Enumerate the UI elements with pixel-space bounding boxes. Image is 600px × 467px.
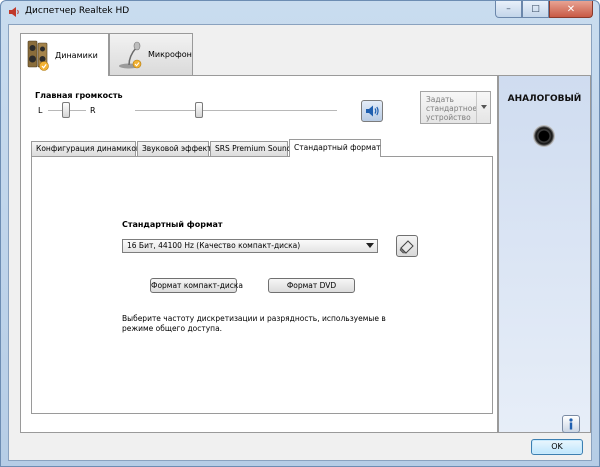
volume-group: Главная громкость L R — [31, 91, 411, 122]
tab-speakers-label: Динамики — [55, 50, 98, 60]
tab-speaker-configuration[interactable]: Конфигурация динамиков — [31, 141, 140, 156]
tab-srs-premium-sound[interactable]: SRS Premium Sound — [210, 141, 292, 156]
format-heading: Стандартный формат — [122, 220, 223, 229]
format-select-value: 16 Бит, 44100 Hz (Качество компакт-диска… — [127, 241, 301, 250]
speaker-volume-icon — [366, 105, 379, 117]
title-bar[interactable]: Диспетчер Realtek HD – □ ✕ — [1, 1, 599, 23]
tab-microphone[interactable]: Микрофон — [109, 33, 193, 75]
dropdown-arrow-icon — [364, 241, 376, 251]
minimize-button[interactable]: – — [495, 1, 522, 18]
eraser-icon — [399, 240, 414, 254]
default-format-panel: Стандартный формат 16 Бит, 44100 Hz (Кач… — [31, 156, 493, 414]
close-button[interactable]: ✕ — [549, 1, 593, 18]
analog-jack-icon[interactable] — [534, 126, 554, 146]
balance-right-label: R — [90, 106, 96, 115]
speakers-icon — [27, 40, 49, 71]
tab-default-format[interactable]: Стандартный формат — [289, 139, 381, 157]
analog-panel: АНАЛОГОВЫЙ — [498, 75, 591, 433]
format-select[interactable]: 16 Бит, 44100 Hz (Качество компакт-диска… — [122, 239, 378, 253]
main-volume-label: Главная громкость — [35, 91, 123, 100]
speakers-panel: Главная громкость L R Задать стандартное… — [20, 75, 498, 433]
set-default-device-label: Задать стандартное устройство — [426, 95, 478, 122]
restore-default-button[interactable] — [396, 235, 418, 257]
cd-format-button[interactable]: Формат компакт-диска — [150, 278, 243, 293]
info-icon — [569, 418, 573, 430]
speaker-app-icon — [9, 7, 19, 17]
window-controls: – □ ✕ — [495, 1, 593, 19]
volume-slider-thumb[interactable] — [195, 102, 203, 118]
app-window: Диспетчер Realtek HD – □ ✕ Динамики Микр… — [0, 0, 600, 467]
tab-microphone-label: Микрофон — [148, 50, 192, 59]
analog-label: АНАЛОГОВЫЙ — [507, 94, 582, 104]
chevron-down-icon — [476, 92, 490, 123]
format-description: Выберите частоту дискретизации и разрядн… — [122, 314, 386, 333]
ok-button[interactable]: OK — [531, 439, 583, 455]
dvd-format-button[interactable]: Формат DVD — [268, 278, 355, 293]
tab-sound-effect[interactable]: Звуковой эффект — [137, 141, 212, 156]
balance-slider-thumb[interactable] — [62, 102, 70, 118]
set-default-device-button[interactable]: Задать стандартное устройство — [420, 91, 491, 124]
volume-slider-track[interactable] — [135, 110, 337, 112]
tab-speakers[interactable]: Динамики — [20, 33, 109, 76]
info-button[interactable] — [562, 415, 580, 433]
balance-left-label: L — [38, 106, 43, 115]
maximize-button[interactable]: □ — [522, 1, 549, 18]
mute-button[interactable] — [361, 100, 383, 122]
window-title: Диспетчер Realtek HD — [25, 6, 130, 16]
main-client-area: Динамики Микрофон Главная громкость L R — [8, 24, 592, 461]
microphone-icon — [119, 41, 142, 68]
